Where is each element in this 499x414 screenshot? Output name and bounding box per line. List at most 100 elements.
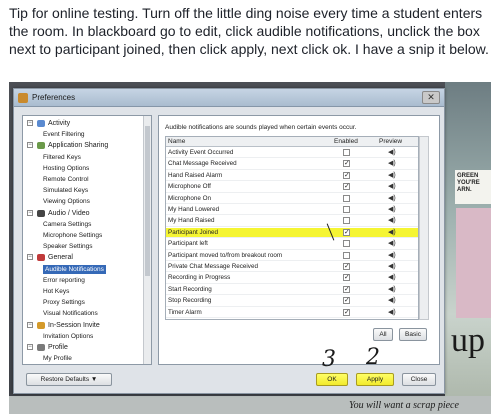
notification-name: Participant left <box>168 240 208 248</box>
screenshot-photo: GREEN YOU'RE ARN. up You will want a scr… <box>9 82 491 414</box>
speaker-icon[interactable]: ◀) <box>388 171 396 179</box>
tree-item[interactable]: General <box>48 253 73 262</box>
speaker-icon[interactable]: ◀) <box>388 205 396 213</box>
tree-item[interactable]: Viewing Options <box>43 197 90 206</box>
table-row[interactable]: Recording in Progress ✓ ◀) <box>166 273 418 284</box>
tree-expander-icon[interactable]: − <box>27 344 33 350</box>
tree-scrollbar[interactable] <box>143 116 151 364</box>
enabled-checkbox[interactable]: ✓ <box>343 228 350 236</box>
tree-item[interactable]: Filtered Keys <box>43 153 81 162</box>
tree-item[interactable]: Application Sharing <box>48 141 108 150</box>
column-enabled[interactable]: Enabled <box>334 138 358 145</box>
tree-expander-icon[interactable]: − <box>27 142 33 149</box>
enabled-checkbox[interactable]: ✓ <box>343 263 350 270</box>
speaker-icon[interactable]: ◀) <box>388 308 396 316</box>
table-row[interactable]: Hand Raised Alarm ✓ ◀) <box>166 171 418 182</box>
speaker-icon[interactable]: ◀) <box>388 251 396 259</box>
notification-name: Recording in Progress <box>168 274 231 282</box>
speaker-icon[interactable]: ◀) <box>388 285 396 293</box>
tree-item[interactable]: My Profile <box>43 354 72 363</box>
notification-name: Microphone Off <box>168 183 211 191</box>
background-up-text: up <box>451 322 485 359</box>
tree-item[interactable]: Camera Settings <box>43 220 91 229</box>
notification-name: Activity Event Occurred <box>168 149 234 156</box>
speaker-icon[interactable]: ◀) <box>388 216 396 224</box>
table-row[interactable]: Stop Recording ✓ ◀) <box>166 296 418 307</box>
tree-item[interactable]: Microphone Settings <box>43 231 102 240</box>
enabled-checkbox[interactable]: ✓ <box>343 308 350 316</box>
enabled-checkbox[interactable]: ✓ <box>343 183 350 191</box>
tree-item[interactable]: Profile <box>48 343 68 352</box>
notification-name: Timer Alarm <box>168 308 202 316</box>
tree-item[interactable]: Error reporting <box>43 276 85 285</box>
enabled-checkbox[interactable]: ✓ <box>343 160 350 168</box>
tree-item[interactable]: Hosting Options <box>43 164 89 173</box>
table-scrollbar[interactable] <box>419 136 429 320</box>
tree-scroll-thumb[interactable] <box>145 126 150 276</box>
table-row[interactable]: My Hand Lowered ◀) <box>166 205 418 216</box>
tree-item[interactable]: Remote Control <box>43 175 89 184</box>
close-button[interactable]: Close <box>402 373 436 386</box>
speaker-icon[interactable]: ◀) <box>388 273 396 281</box>
enabled-checkbox[interactable]: ✓ <box>343 274 350 282</box>
table-row[interactable]: Participant moved to/from breakout room ◀… <box>166 251 418 261</box>
column-preview[interactable]: Preview <box>379 138 402 145</box>
table-row[interactable]: Start Recording ✓ ◀) <box>166 285 418 296</box>
table-row[interactable]: Participant Joined ✓ ◀) <box>166 227 418 239</box>
table-row[interactable]: Activity Event Occurred ◀) <box>166 148 418 159</box>
tree-item[interactable]: In-Session Invite <box>48 321 100 330</box>
speaker-icon[interactable]: ◀) <box>388 239 396 247</box>
enabled-checkbox[interactable] <box>343 149 350 156</box>
table-row[interactable]: Chat Message Received ✓ ◀) <box>166 159 418 170</box>
category-icon <box>37 254 45 262</box>
apply-button[interactable]: Apply <box>356 373 394 386</box>
speaker-icon[interactable]: ◀) <box>388 296 396 304</box>
tree-item[interactable]: Audible Notifications <box>43 264 106 274</box>
notification-name: Start Recording <box>168 285 212 293</box>
enabled-checkbox[interactable] <box>343 194 350 202</box>
notification-name: Microphone On <box>168 194 212 202</box>
tree-item[interactable]: Speaker Settings <box>43 242 93 251</box>
panel-description: Audible notifications are sounds played … <box>165 124 357 131</box>
tree-expander-icon[interactable]: − <box>27 120 33 126</box>
speaker-icon[interactable]: ◀) <box>388 159 396 167</box>
tree-item[interactable]: Invitation Options <box>43 332 93 341</box>
enabled-checkbox[interactable]: ✓ <box>343 297 350 305</box>
basic-button[interactable]: Basic <box>399 328 427 341</box>
tree-item[interactable]: Event Filtering <box>43 130 85 139</box>
table-row[interactable]: My Hand Raised ◀) <box>166 216 418 227</box>
annotation-number-3: 3 <box>322 347 336 372</box>
tree-expander-icon[interactable]: − <box>27 321 33 328</box>
speaker-icon[interactable]: ◀) <box>388 228 396 236</box>
close-icon[interactable]: ✕ <box>422 91 440 104</box>
enabled-checkbox[interactable]: ✓ <box>343 171 350 179</box>
enabled-checkbox[interactable] <box>343 217 350 225</box>
category-icon <box>37 209 45 217</box>
tree-item[interactable]: Activity <box>48 119 70 128</box>
table-row[interactable]: Participant left ◀) <box>166 239 418 250</box>
ok-button[interactable]: OK <box>316 373 348 386</box>
table-row[interactable]: Timer Alarm ✓ ◀) <box>166 308 418 318</box>
enabled-checkbox[interactable]: ✓ <box>343 285 350 293</box>
tree-item[interactable]: Audio / Video <box>48 209 90 218</box>
tree-item[interactable]: Simulated Keys <box>43 186 88 195</box>
tree-expander-icon[interactable]: − <box>27 209 33 216</box>
enabled-checkbox[interactable] <box>343 240 350 248</box>
enabled-checkbox[interactable] <box>343 206 350 213</box>
tree-item[interactable]: Hot Keys <box>43 287 69 296</box>
restore-defaults-button[interactable]: Restore Defaults ▼ <box>26 373 112 386</box>
enabled-checkbox[interactable] <box>343 251 350 259</box>
app-icon <box>18 92 28 103</box>
all-button[interactable]: All <box>373 328 393 341</box>
table-row[interactable]: Private Chat Message Received ✓ ◀) <box>166 262 418 273</box>
speaker-icon[interactable]: ◀) <box>388 182 396 190</box>
speaker-icon[interactable]: ◀) <box>388 262 396 270</box>
tree-item[interactable]: Visual Notifications <box>43 309 98 318</box>
table-row[interactable]: Microphone On ◀) <box>166 194 418 204</box>
column-name[interactable]: Name <box>168 138 185 145</box>
table-row[interactable]: Microphone Off ✓ ◀) <box>166 182 418 193</box>
tree-item[interactable]: Proxy Settings <box>43 298 85 307</box>
speaker-icon[interactable]: ◀) <box>388 194 396 202</box>
tree-expander-icon[interactable]: − <box>27 254 33 261</box>
speaker-icon[interactable]: ◀) <box>388 148 396 156</box>
